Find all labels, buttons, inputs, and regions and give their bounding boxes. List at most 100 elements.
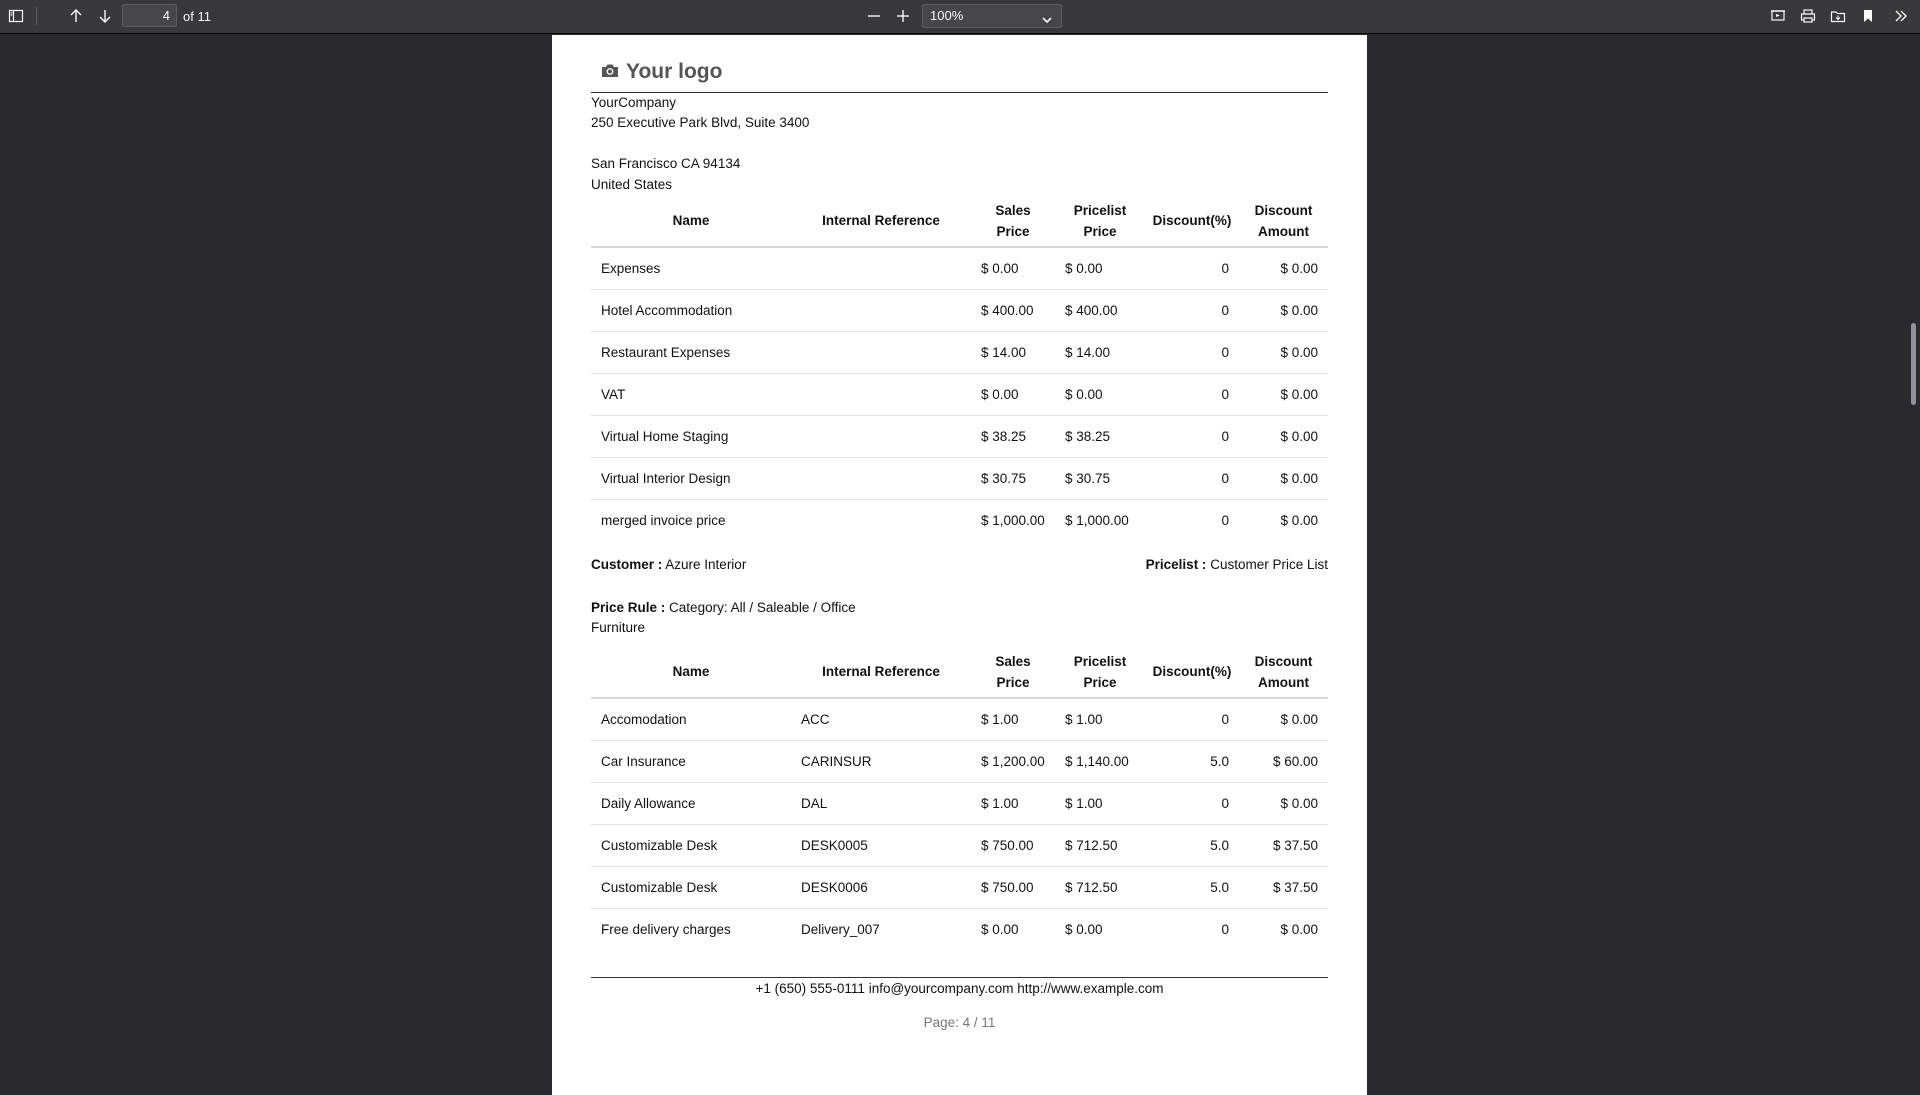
cell-internal-reference: DESK0006	[791, 866, 971, 909]
table-row: Free delivery charges Delivery_007 $ 0.00 $…	[591, 909, 1328, 951]
pdf-toolbar: 4 of 11 100%	[0, 0, 1920, 34]
cell-name: Virtual Interior Design	[591, 457, 791, 500]
presentation-mode-icon[interactable]	[1765, 4, 1791, 28]
cell-internal-reference	[791, 457, 971, 500]
col-header-pricelist-price: Pricelist Price	[1055, 195, 1145, 248]
cell-discount-pct: 0	[1145, 247, 1239, 290]
cell-discount-pct: 0	[1145, 289, 1239, 332]
cell-pricelist-price: $ 1.00	[1055, 782, 1145, 825]
col-header-discount-amount: Discount Amount	[1239, 646, 1328, 699]
cell-pricelist-price: $ 1,000.00	[1065, 513, 1129, 528]
col-header-sales-price: Sales Price	[971, 195, 1055, 248]
table-row: Customizable Desk DESK0005 $ 750.00 $ 712.5…	[591, 824, 1328, 867]
bookmark-icon[interactable]	[1855, 4, 1881, 28]
cell-sales-price: $ 750.00	[971, 824, 1055, 867]
cell-name: merged invoice price	[601, 513, 726, 528]
footer-page-number: Page: 4 / 11	[923, 1015, 996, 1030]
cell-sales-price: $ 1,200.00	[971, 740, 1055, 783]
table-row: Virtual Interior Design $ 30.75 $ 30.75 0 $ …	[591, 457, 1328, 500]
cell-name: Daily Allowance	[591, 782, 791, 825]
table-row: merged invoice price $ 1,000.00 $ 1,000.00…	[591, 500, 1328, 542]
cell-sales-price: $ 0.00	[971, 247, 1055, 290]
price-rule-label: Price Rule :	[591, 600, 666, 615]
cell-discount-pct: 5.0	[1145, 824, 1239, 867]
col-header-sales-price: Sales Price	[971, 646, 1055, 699]
price-rule-info: Price Rule : Category: All / Saleable / …	[591, 598, 871, 638]
cell-name: Expenses	[591, 247, 791, 290]
cell-sales-price: $ 0.00	[981, 922, 1019, 937]
col-header-internal-reference: Internal Reference	[791, 646, 971, 699]
cell-discount-amount: $ 0.00	[1239, 331, 1328, 374]
company-logo: Your logo	[601, 60, 722, 84]
cell-pricelist-price: $ 712.50	[1055, 824, 1145, 867]
cell-name: Car Insurance	[591, 740, 791, 783]
table-row: Customizable Desk DESK0006 $ 750.00 $ 712.5…	[591, 866, 1328, 909]
table-row: Accomodation ACC $ 1.00 $ 1.00 0 $ 0.00	[591, 698, 1328, 741]
cell-name: Hotel Accommodation	[591, 289, 791, 332]
vertical-scrollbar[interactable]	[1908, 33, 1920, 1080]
cell-internal-reference	[791, 331, 971, 374]
company-street: 250 Executive Park Blvd, Suite 3400	[591, 115, 810, 130]
open-file-icon[interactable]	[1825, 4, 1851, 28]
col-header-pricelist-price: Pricelist Price	[1055, 646, 1145, 699]
company-name: YourCompany	[591, 95, 677, 110]
cell-pricelist-price: $ 1,140.00	[1055, 740, 1145, 783]
next-page-icon[interactable]	[92, 4, 118, 28]
col-header-discount-amount: Discount Amount	[1239, 195, 1328, 248]
cell-discount-amount: $ 0.00	[1280, 513, 1318, 528]
cell-discount-pct: 0	[1221, 513, 1229, 528]
cell-discount-amount: $ 0.00	[1239, 415, 1328, 458]
camera-icon	[601, 60, 619, 84]
cell-discount-amount: $ 37.50	[1239, 824, 1328, 867]
cell-discount-pct: 0	[1145, 457, 1239, 500]
cell-pricelist-price: $ 1.00	[1055, 698, 1145, 741]
cell-pricelist-price: $ 400.00	[1055, 289, 1145, 332]
table-row: VAT $ 0.00 $ 0.00 0 $ 0.00	[591, 373, 1328, 416]
cell-internal-reference	[791, 373, 971, 416]
cell-sales-price: $ 1.00	[971, 698, 1055, 741]
cell-pricelist-price: $ 0.00	[1055, 247, 1145, 290]
cell-discount-amount: $ 0.00	[1280, 922, 1318, 937]
tools-menu-icon[interactable]	[1888, 4, 1914, 28]
cell-name: Accomodation	[591, 698, 791, 741]
scrollbar-thumb[interactable]	[1911, 323, 1916, 405]
cell-discount-amount: $ 60.00	[1239, 740, 1328, 783]
zoom-out-icon[interactable]	[861, 4, 887, 28]
cell-discount-pct: 0	[1145, 331, 1239, 374]
cell-internal-reference: DAL	[791, 782, 971, 825]
sidebar-toggle-icon[interactable]	[3, 4, 29, 28]
cell-name: Virtual Home Staging	[591, 415, 791, 458]
zoom-value: 100%	[930, 8, 964, 23]
previous-page-icon[interactable]	[63, 4, 89, 28]
cell-internal-reference	[791, 415, 971, 458]
col-header-discount-pct: Discount(%)	[1145, 646, 1239, 699]
cell-internal-reference: CARINSUR	[791, 740, 971, 783]
page-number-input[interactable]: 4	[122, 4, 177, 27]
cell-discount-pct: 0	[1221, 922, 1229, 937]
cell-sales-price: $ 30.75	[971, 457, 1055, 500]
pdf-page: Your logo YourCompany 250 Executive Park…	[552, 35, 1367, 1095]
cell-discount-amount: $ 0.00	[1239, 698, 1328, 741]
cell-discount-amount: $ 37.50	[1239, 866, 1328, 909]
cell-name: VAT	[591, 373, 791, 416]
logo-text: Your logo	[626, 60, 723, 83]
header-divider	[591, 92, 1328, 93]
cell-sales-price: $ 1,000.00	[981, 513, 1045, 528]
cell-pricelist-price: $ 0.00	[1055, 373, 1145, 416]
zoom-in-icon[interactable]	[890, 4, 916, 28]
cell-internal-reference: DESK0005	[791, 824, 971, 867]
col-header-name: Name	[591, 646, 791, 699]
pricelist-info: Pricelist : Customer Price List	[1146, 557, 1328, 572]
table-row: Expenses $ 0.00 $ 0.00 0 $ 0.00	[591, 247, 1328, 290]
cell-internal-reference: Delivery_007	[801, 922, 880, 937]
cell-discount-amount: $ 0.00	[1239, 373, 1328, 416]
cell-discount-pct: 5.0	[1145, 866, 1239, 909]
cell-internal-reference	[791, 247, 971, 290]
footer-divider	[591, 977, 1328, 978]
pricelist-label: Pricelist :	[1145, 557, 1207, 572]
zoom-select[interactable]: 100%	[922, 4, 1062, 28]
chevron-down-icon	[1041, 11, 1053, 33]
cell-sales-price: $ 38.25	[971, 415, 1055, 458]
cell-name: Customizable Desk	[591, 866, 791, 909]
print-icon[interactable]	[1795, 4, 1821, 28]
